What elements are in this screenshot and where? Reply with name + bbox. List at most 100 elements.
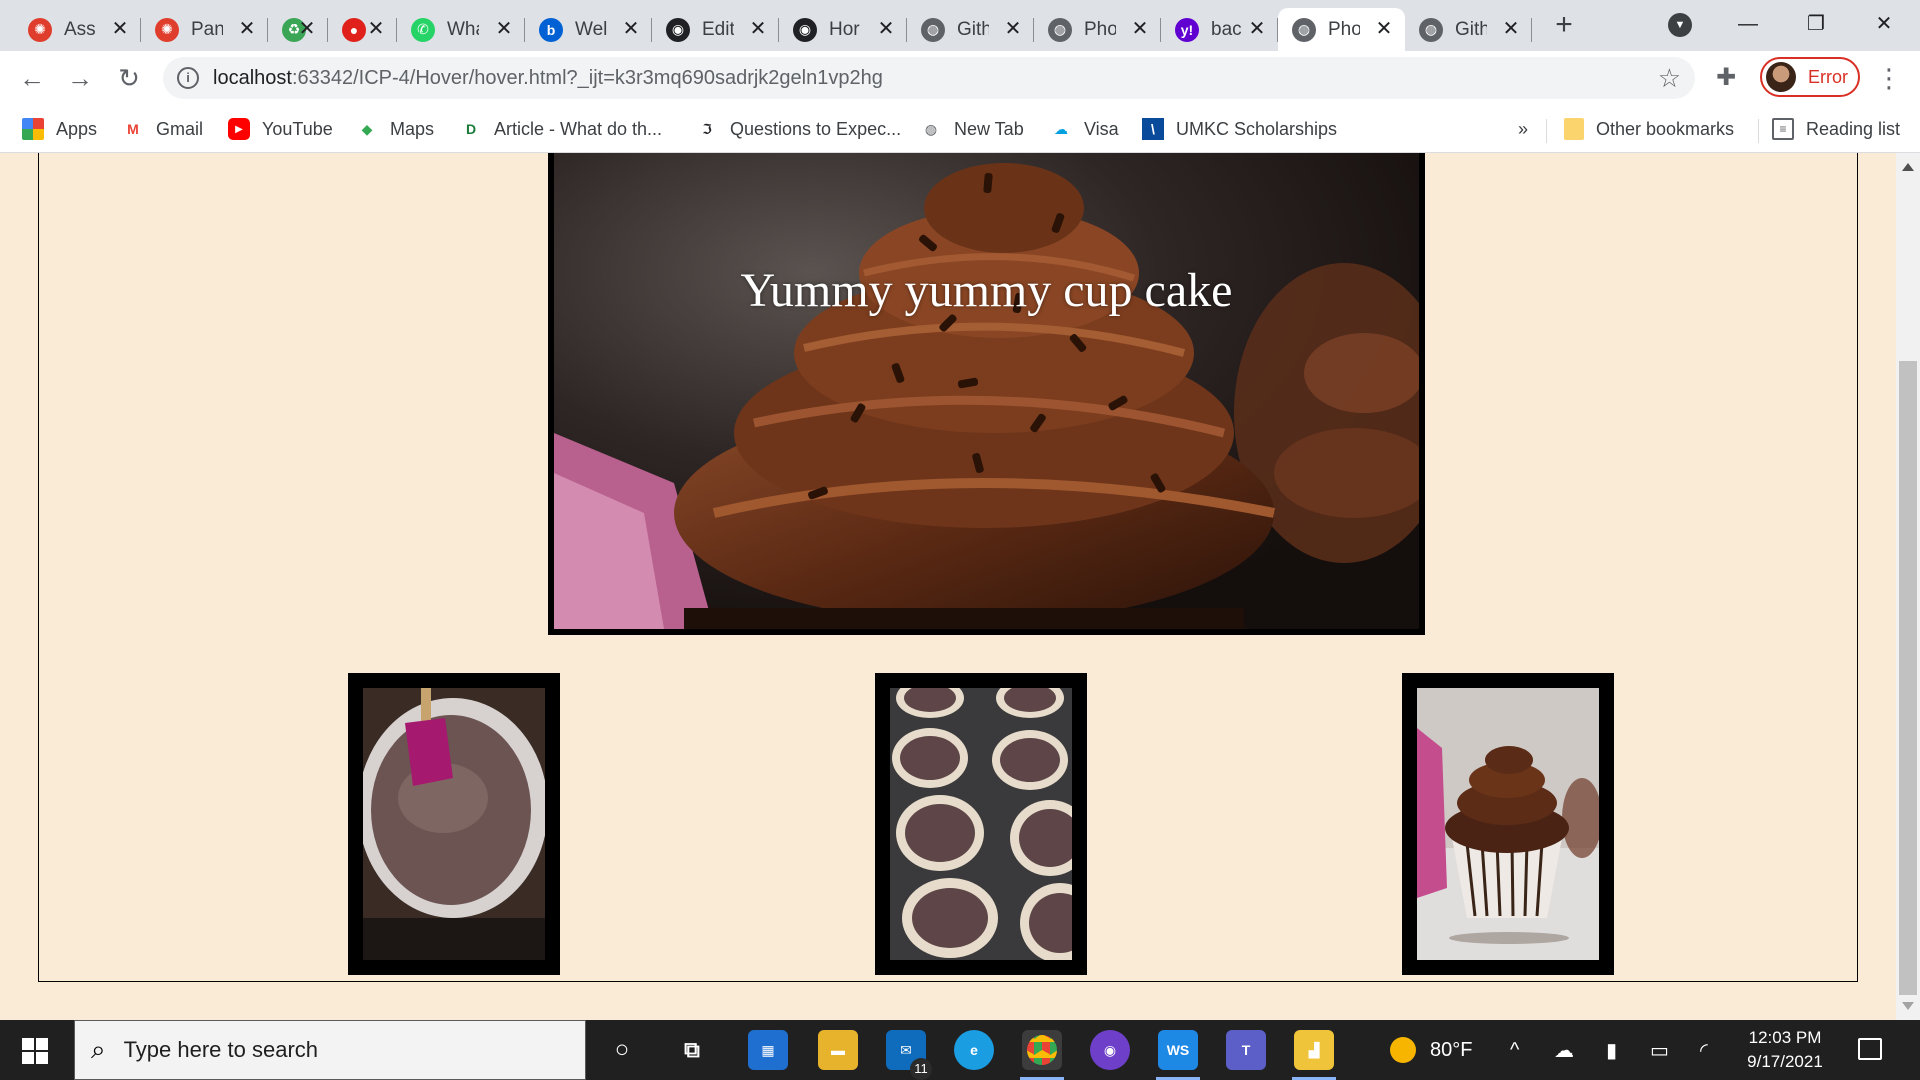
chrome-browser-icon[interactable] <box>1022 1030 1062 1070</box>
tab-title: Gith <box>957 18 989 40</box>
browser-tab[interactable]: ◍ Pho ✕ <box>1034 8 1161 51</box>
scrollbar-thumb[interactable] <box>1899 361 1917 995</box>
bookmark-item[interactable]: ℑ Questions to Expec... <box>696 116 901 142</box>
browser-menu-icon[interactable]: ⋮ <box>1876 63 1902 93</box>
browser-tab[interactable]: ♻ ✕ <box>268 8 328 51</box>
teams-icon[interactable]: T <box>1226 1030 1266 1070</box>
reading-list-button[interactable]: ≡ Reading list <box>1772 116 1900 142</box>
tab-close-icon[interactable]: ✕ <box>620 18 642 40</box>
umkc-icon: \ <box>1142 118 1164 140</box>
tab-close-icon[interactable]: ✕ <box>236 18 258 40</box>
tab-close-icon[interactable]: ✕ <box>1500 18 1522 40</box>
bookmark-item[interactable]: ▶ YouTube <box>228 116 333 142</box>
github-desktop-icon[interactable]: ◉ <box>1090 1030 1130 1070</box>
tab-close-icon[interactable]: ✕ <box>1129 18 1151 40</box>
tab-close-icon[interactable]: ✕ <box>1002 18 1024 40</box>
browser-tab[interactable]: ◉ Hor ✕ <box>779 8 907 51</box>
bookmarks-divider <box>1758 119 1759 143</box>
windows-start-icon[interactable] <box>22 1038 48 1064</box>
browser-toolbar: ← → ↻ i localhost:63342/ICP-4/Hover/hove… <box>0 51 1920 107</box>
tab-close-icon[interactable]: ✕ <box>1373 18 1395 40</box>
edge-browser-icon[interactable]: e <box>954 1030 994 1070</box>
url-host: localhost <box>213 67 292 89</box>
article-icon: D <box>465 121 477 137</box>
microsoft-store-icon[interactable]: ▦ <box>748 1030 788 1070</box>
bookmark-item[interactable]: Apps <box>22 116 97 142</box>
new-tab-button[interactable]: + <box>1548 10 1580 42</box>
browser-tab[interactable]: ◍ Gith ✕ <box>1405 8 1532 51</box>
globe-icon: ◍ <box>924 120 938 137</box>
close-window-button[interactable]: ✕ <box>1854 4 1914 44</box>
file-explorer-icon[interactable]: ▬ <box>818 1030 858 1070</box>
reload-button[interactable]: ↻ <box>113 63 145 95</box>
questions-icon: ℑ <box>702 120 712 137</box>
tab-close-icon[interactable]: ✕ <box>296 18 318 40</box>
thumbnail-cupcake-tin[interactable] <box>875 673 1087 975</box>
restore-button[interactable]: ❐ <box>1786 4 1846 44</box>
hero-image-frame[interactable]: Yummy yummy cup cake <box>548 153 1425 635</box>
profile-button[interactable]: Error <box>1760 57 1860 97</box>
browser-tab[interactable]: ◉ Edit ✕ <box>652 8 779 51</box>
tab-close-icon[interactable]: ✕ <box>109 18 131 40</box>
bookmark-item[interactable]: ◍ New Tab <box>920 116 1024 142</box>
tray-overflow-icon[interactable]: ^ <box>1510 1020 1519 1080</box>
browser-tab[interactable]: ● ✕ <box>328 8 397 51</box>
globe-icon: ◍ <box>1419 17 1443 42</box>
tab-close-icon[interactable]: ✕ <box>493 18 515 40</box>
bookmark-item[interactable]: ☁ Visa <box>1050 116 1119 142</box>
browser-tab[interactable]: ◍ Gith ✕ <box>907 8 1034 51</box>
site-info-icon[interactable]: i <box>177 67 199 89</box>
extensions-puzzle-icon[interactable]: ✚ <box>1716 63 1736 92</box>
thumbnail-frosted-cupcake[interactable] <box>1402 673 1614 975</box>
back-button[interactable]: ← <box>16 63 48 95</box>
tab-close-icon[interactable]: ✕ <box>365 18 387 40</box>
bookmark-item[interactable]: D Article - What do th... <box>460 116 662 142</box>
globe-icon: ◍ <box>1292 17 1316 42</box>
taskbar-search-box[interactable]: ⌕ Type here to search <box>74 1020 586 1080</box>
mail-unread-badge: 11 <box>910 1058 932 1080</box>
notification-center-icon[interactable] <box>1858 1038 1882 1060</box>
tab-close-icon[interactable]: ✕ <box>875 18 897 40</box>
search-icon: ⌕ <box>91 1034 106 1064</box>
clock-time: 12:03 PM <box>1748 1028 1822 1047</box>
tab-close-icon[interactable]: ✕ <box>1246 18 1268 40</box>
file-manager-icon[interactable]: ▟ <box>1294 1030 1334 1070</box>
tab-close-icon[interactable]: ✕ <box>747 18 769 40</box>
tab-search-icon[interactable]: ▼ <box>1668 13 1692 37</box>
bookmarks-overflow-button[interactable]: » <box>1518 119 1528 140</box>
thumbnail-batter-bowl[interactable] <box>348 673 560 975</box>
other-bookmarks-folder[interactable]: Other bookmarks <box>1564 116 1734 142</box>
browser-tab[interactable]: y! bac ✕ <box>1161 8 1278 51</box>
forward-button[interactable]: → <box>64 63 96 95</box>
url-path: :63342/ICP-4/Hover/hover.html?_ijt=k3r3m… <box>291 67 883 89</box>
browser-tab[interactable]: ✆ Wha ✕ <box>397 8 525 51</box>
page-scrollbar[interactable] <box>1896 153 1920 1020</box>
bookmarks-divider <box>1546 119 1547 143</box>
browser-tab[interactable]: ◍ Pho ✕ <box>1278 8 1405 51</box>
battery-icon[interactable]: ▭ <box>1650 1020 1669 1080</box>
wifi-icon[interactable]: ◜ <box>1700 1020 1708 1080</box>
github-icon: ◉ <box>793 17 817 42</box>
scroll-down-arrow-icon[interactable] <box>1902 1002 1914 1010</box>
address-bar[interactable]: i localhost:63342/ICP-4/Hover/hover.html… <box>163 57 1695 99</box>
cortana-icon[interactable]: ○ <box>602 1030 642 1070</box>
onedrive-cloud-icon[interactable]: ☁ <box>1554 1020 1574 1080</box>
task-view-icon[interactable]: ⧉ <box>672 1030 712 1070</box>
minimize-button[interactable]: — <box>1718 4 1778 44</box>
browser-tab[interactable]: ✺ Pan ✕ <box>141 8 268 51</box>
browser-tab[interactable]: ✺ Assi ✕ <box>14 8 141 51</box>
scroll-up-arrow-icon[interactable] <box>1902 163 1914 171</box>
microphone-icon[interactable]: ▮ <box>1606 1020 1617 1080</box>
url-text[interactable]: localhost:63342/ICP-4/Hover/hover.html?_… <box>213 67 883 90</box>
browser-tab[interactable]: b Wel ✕ <box>525 8 652 51</box>
bookmark-star-icon[interactable]: ☆ <box>1658 63 1681 94</box>
weather-widget[interactable]: 80°F <box>1390 1020 1472 1080</box>
bookmark-item[interactable]: ◆ Maps <box>356 116 434 142</box>
bookmark-item[interactable]: \ UMKC Scholarships <box>1142 116 1337 142</box>
webstorm-icon[interactable]: WS <box>1158 1030 1198 1070</box>
canvas-icon: ✺ <box>28 17 52 42</box>
bookmark-item[interactable]: M Gmail <box>122 116 203 142</box>
tab-title: Edit <box>702 18 734 40</box>
taskbar-clock[interactable]: 12:03 PM 9/17/2021 <box>1730 1026 1840 1074</box>
tab-title: Gith <box>1455 18 1487 40</box>
